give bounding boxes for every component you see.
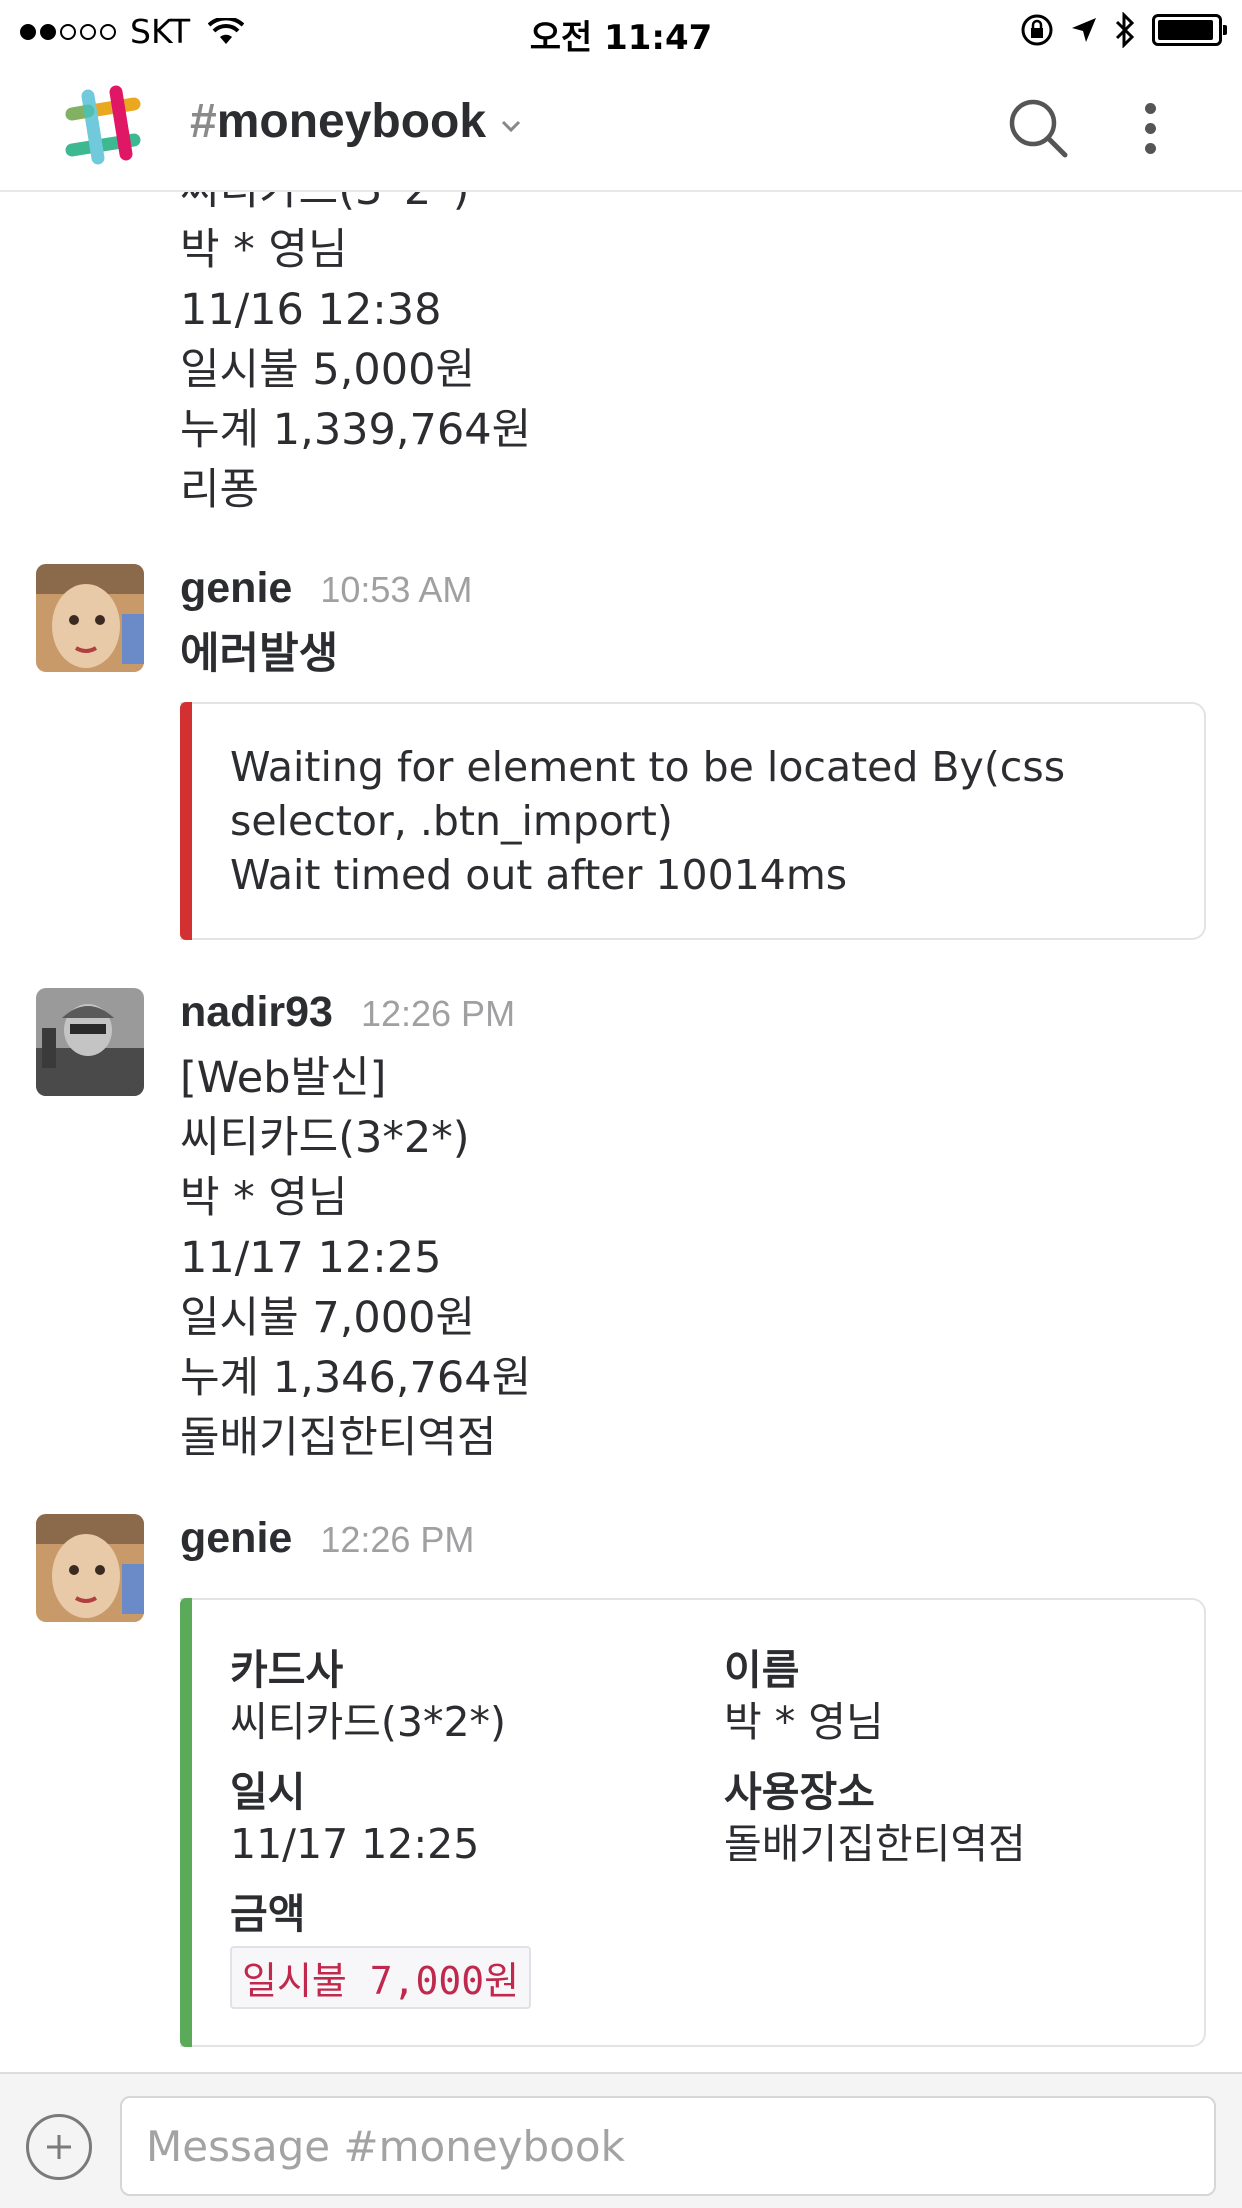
attachment-color-bar [180, 1598, 192, 2047]
plus-icon [47, 2135, 71, 2159]
attachment-line: Waiting for element to be located By(css [230, 743, 1066, 791]
search-icon [1009, 99, 1068, 158]
field-title: 이름 [724, 1646, 800, 1694]
status-bar: SKT 오전 11:47 [0, 0, 1242, 62]
card-attachment: 카드사 씨티카드(3*2*) 이름 박 * 영님 일시 11/17 12:25 [180, 1598, 1206, 2047]
field-title: 카드사 [230, 1646, 344, 1694]
message-composer [0, 2072, 1242, 2208]
timestamp: 12:26 PM [320, 1519, 475, 1560]
channel-title[interactable]: # moneybook [190, 94, 522, 149]
username[interactable]: nadir93 [180, 988, 333, 1037]
add-attachment-button[interactable] [26, 2114, 92, 2180]
user-avatar-icon [36, 564, 144, 672]
field-place: 사용장소 돌배기집한티역점 [724, 1766, 1184, 1870]
field-value: 박 * 영님 [724, 1698, 884, 1746]
bluetooth-icon [1115, 12, 1135, 48]
channel-name: moneybook [216, 95, 487, 148]
channel-header: # moneybook [0, 62, 1242, 192]
search-button[interactable] [1000, 90, 1076, 166]
field-value: 씨티카드(3*2*) [230, 1698, 507, 1746]
field-amount: 금액 일시불 7,000원 [230, 1888, 724, 2009]
message-line: 일시불 5,000원 [180, 345, 476, 395]
attachment-line: Wait timed out after 10014ms [230, 851, 848, 899]
message-line: 리퐁 [180, 465, 260, 515]
user-avatar-icon [36, 988, 144, 1096]
message-line: 씨티카드(3*2*) [180, 1113, 470, 1163]
rotation-lock-icon [1021, 14, 1053, 46]
field-name: 이름 박 * 영님 [724, 1644, 1184, 1748]
message-line: 박 * 영님 [180, 1173, 348, 1223]
message-line: 11/17 12:25 [180, 1233, 442, 1283]
more-dot-icon [1144, 142, 1156, 154]
more-dot-icon [1144, 102, 1156, 114]
username[interactable]: genie [180, 564, 292, 613]
error-attachment: Waiting for element to be located By(css… [180, 702, 1206, 940]
more-options-button[interactable] [1120, 90, 1180, 166]
field-title: 일시 [230, 1768, 306, 1816]
timestamp: 10:53 AM [320, 569, 473, 610]
message-line: 누계 1,339,764원 [180, 405, 532, 455]
message-line: 박 * 영님 [180, 225, 348, 275]
message-text: 에러발생 [180, 629, 339, 679]
user-avatar-icon [36, 1514, 144, 1622]
message-continuation: 씨티카드(3*2*) 박 * 영님 11/16 12:38 일시불 5,000원… [180, 192, 531, 520]
field-datetime: 일시 11/17 12:25 [230, 1766, 724, 1870]
message-line: 누계 1,346,764원 [180, 1353, 532, 1403]
message-line: [Web발신] [180, 1053, 387, 1103]
battery-icon [1152, 14, 1227, 46]
timestamp: 12:26 PM [360, 993, 516, 1034]
slack-logo-icon [65, 85, 141, 165]
more-dot-icon [1144, 122, 1156, 134]
location-icon [1072, 18, 1096, 42]
message-line: 일시불 7,000원 [180, 1293, 476, 1343]
channel-hash: # [190, 95, 217, 148]
field-value: 돌배기집한티역점 [724, 1820, 1026, 1868]
field-card-company: 카드사 씨티카드(3*2*) [230, 1644, 724, 1748]
message-line: 돌배기집한티역점 [180, 1413, 497, 1463]
message-list[interactable]: 씨티카드(3*2*) 박 * 영님 11/16 12:38 일시불 5,000원… [0, 192, 1242, 2072]
chevron-down-icon [502, 120, 521, 132]
field-value: 11/17 12:25 [230, 1820, 480, 1868]
attachment-color-bar [180, 702, 192, 940]
message-line: 씨티카드(3*2*) [180, 192, 531, 220]
message-line: 11/16 12:38 [180, 285, 442, 335]
amount-code-value: 일시불 7,000원 [230, 1946, 532, 2009]
message-input[interactable] [120, 2096, 1216, 2196]
avatar[interactable] [36, 1514, 144, 1622]
avatar[interactable] [36, 564, 144, 672]
attachment-line: selector, .btn_import) [230, 797, 673, 845]
username[interactable]: genie [180, 1514, 292, 1563]
field-title: 금액 [230, 1890, 306, 1938]
avatar[interactable] [36, 988, 144, 1096]
field-title: 사용장소 [724, 1768, 875, 1816]
